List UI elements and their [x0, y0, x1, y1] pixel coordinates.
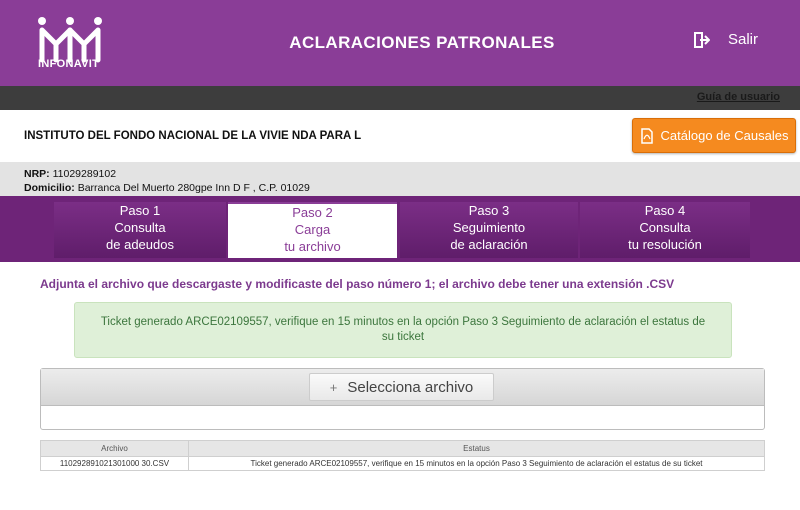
results-table: Archivo Estatus 110292891021301000 30.CS… [40, 440, 765, 471]
file-cell: 110292891021301000 30.CSV [40, 456, 189, 471]
step-number: Paso 4 [644, 203, 686, 218]
step-1-tab[interactable]: Paso 1 Consulta de adeudos [54, 202, 226, 258]
table-row: 110292891021301000 30.CSV Ticket generad… [40, 456, 765, 471]
step-line2: tu resolución [628, 237, 702, 252]
step-line2: de adeudos [106, 237, 174, 252]
select-file-label: Selecciona archivo [347, 378, 474, 396]
sub-header-bar [0, 86, 800, 110]
upload-panel: + Selecciona archivo [40, 368, 765, 430]
step-line2: de aclaración [450, 237, 528, 252]
address-line: Domicilio: Barranca Del Muerto 280gpe In… [24, 181, 776, 195]
step-line1: Consulta [639, 220, 691, 235]
table-header-row: Archivo Estatus [40, 440, 765, 457]
step-line1: Seguimiento [452, 220, 526, 235]
column-header-status: Estatus [188, 440, 765, 457]
logo-text: INFONAVIT [38, 58, 100, 70]
success-alert: Ticket generado ARCE02109557, verifique … [74, 302, 732, 358]
employer-info: NRP: 11029289102 Domicilio: Barranca Del… [0, 162, 800, 196]
page-title: ACLARACIONES PATRONALES [289, 33, 555, 52]
step-number: Paso 1 [119, 203, 161, 218]
user-guide-link[interactable]: Guía de usuario [697, 91, 780, 103]
logout-icon [694, 31, 710, 48]
catalog-button[interactable]: Catálogo de Causales [632, 118, 796, 153]
step-number: Paso 3 [468, 203, 510, 218]
column-header-file: Archivo [40, 440, 189, 457]
nrp-line: NRP: 11029289102 [24, 167, 776, 181]
step-2-tab[interactable]: Paso 2 Carga tu archivo [228, 202, 397, 258]
pdf-icon [640, 127, 653, 144]
step-3-tab[interactable]: Paso 3 Seguimiento de aclaración [400, 202, 578, 258]
select-file-button[interactable]: + Selecciona archivo [309, 373, 494, 401]
upload-panel-header: + Selecciona archivo [41, 369, 764, 406]
step-4-tab[interactable]: Paso 4 Consulta tu resolución [580, 202, 750, 258]
logout-button[interactable]: Salir [694, 31, 758, 48]
plus-icon: + [329, 379, 338, 395]
status-cell: Ticket generado ARCE02109557, verifique … [188, 456, 765, 471]
step-line2: tu archivo [284, 239, 341, 254]
top-header: INFONAVIT ACLARACIONES PATRONALES Salir [0, 0, 800, 86]
nrp-value: 11029289102 [52, 168, 117, 180]
company-name: INSTITUTO DEL FONDO NACIONAL DE LA VIVIE… [24, 130, 362, 142]
logout-label: Salir [728, 31, 759, 48]
instruction-text: Adjunta el archivo que descargaste y mod… [40, 277, 675, 291]
step-line1: Consulta [114, 220, 166, 235]
step-line1: Carga [294, 222, 331, 237]
catalog-button-label: Catálogo de Causales [660, 128, 789, 143]
nrp-label: NRP: [24, 168, 50, 180]
address-value: Barranca Del Muerto 280gpe Inn D F , C.P… [77, 182, 310, 194]
step-number: Paso 2 [292, 205, 333, 220]
address-label: Domicilio: [24, 182, 75, 194]
steps-bar: Paso 1 Consulta de adeudos Paso 2 Carga … [0, 196, 800, 262]
